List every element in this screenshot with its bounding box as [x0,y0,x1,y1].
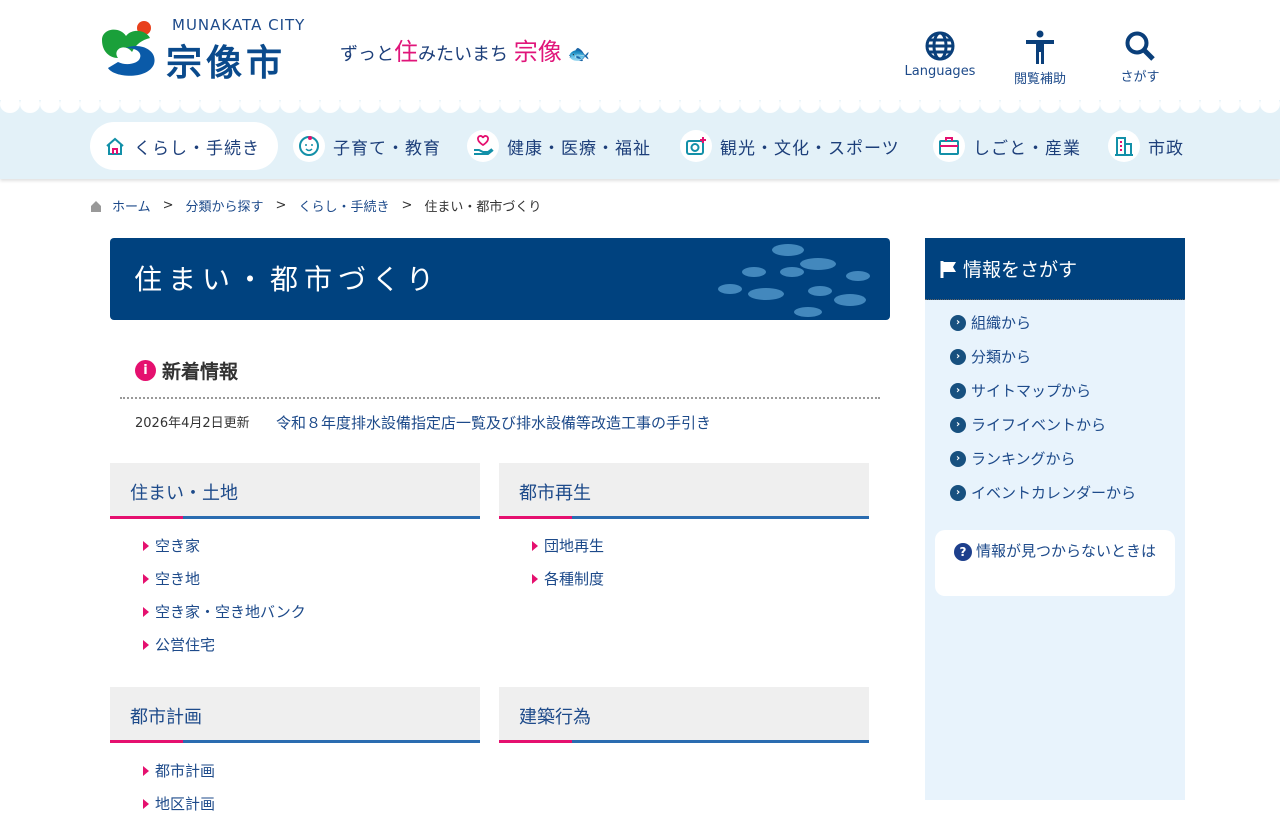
nav-label: 子育て・教育 [333,138,441,159]
chevron-right-icon: > [401,198,413,213]
page-title: 住まい・都市づくり [134,263,441,296]
breadcrumb-link[interactable]: くらし・手続き [298,196,389,215]
section-heading[interactable]: 都市計画 [110,687,480,743]
section-link[interactable]: 空き地 [143,568,200,589]
slogan-text: 住 [394,38,418,66]
sidebar-link[interactable]: › 分類から [950,346,1031,367]
accessibility-label: 閲覧補助 [1013,72,1066,87]
languages-label: Languages [904,64,976,79]
chevron-right-icon: › [950,314,966,331]
nav-label: 市政 [1148,138,1184,159]
sidebar-header: 情報をさがす [925,238,1185,300]
search-button[interactable]: さがす [1095,30,1185,85]
news-date: 2026年4月2日更新 [135,416,250,431]
question-icon: ? [953,543,972,561]
home-icon [91,200,101,212]
wave-divider [0,100,1280,116]
slogan-text: 宗像 [513,38,562,66]
news-heading: i 新着情報 [135,357,238,384]
building-icon [1108,130,1140,162]
section-link[interactable]: 空き家・空き地バンク [143,601,306,622]
sidebar-title: 情報をさがす [963,259,1078,281]
section-heading[interactable]: 住まい・土地 [110,463,480,519]
search-icon [1125,31,1155,61]
info-icon: i [135,360,156,381]
slogan-text: ずっと [340,44,394,65]
slogan-text: みたいまち [418,44,508,65]
briefcase-icon [933,130,965,162]
sidebar-link[interactable]: › 組織から [950,312,1031,333]
nav-shisei[interactable]: 市政 [1108,122,1184,170]
sidebar-link-label: イベントカレンダーから [971,484,1137,502]
logo-mark-icon [102,21,155,76]
chevron-right-icon: > [162,198,174,213]
accessibility-icon [1026,30,1054,64]
sidebar-link-label: ランキングから [971,450,1076,468]
page-title-banner: 住まい・都市づくり [110,238,890,320]
news-heading-text: 新着情報 [162,361,239,383]
city-logo[interactable] [98,18,158,84]
logo-en: MUNAKATA CITY [172,16,306,34]
breadcrumb-current: 住まい・都市づくり [424,200,542,215]
care-hand-icon [467,130,499,162]
fish-icon: 🐟 [567,44,590,65]
languages-button[interactable]: Languages [895,30,985,79]
sidebar-link[interactable]: › イベントカレンダーから [950,482,1136,503]
nav-shigoto[interactable]: しごと・産業 [933,122,1081,170]
chevron-right-icon: › [950,416,966,433]
divider [120,397,880,399]
sidebar: 情報をさがす › 組織から › 分類から › サイトマップから › ライフイベントから … [925,238,1185,800]
nav-label: 健康・医療・福祉 [507,138,651,159]
section-link[interactable]: 空き家 [143,535,200,556]
nav-kurashi[interactable]: くらし・手続き [90,122,278,170]
sidebar-link[interactable]: › サイトマップから [950,380,1091,401]
flag-icon [940,260,956,278]
search-label: さがす [1120,70,1160,85]
breadcrumb: ホーム > 分類から探す > くらし・手続き > 住まい・都市づくり [90,196,541,215]
sidebar-link-label: ライフイベントから [971,416,1107,434]
section-link[interactable]: 団地再生 [532,535,604,556]
nav-label: くらし・手続き [134,138,260,159]
chevron-right-icon: > [275,198,287,213]
news-link[interactable]: 令和８年度排水設備指定店一覧及び排水設備等改造工事の手引き [276,412,711,433]
nav-label: しごと・産業 [973,138,1081,159]
baby-icon [293,130,325,162]
section-link[interactable]: 公営住宅 [143,634,215,655]
breadcrumb-link[interactable]: 分類から探す [186,196,264,215]
nav-kanko[interactable]: 観光・文化・スポーツ [680,122,900,170]
sidebar-link-label: サイトマップから [971,382,1092,400]
nav-kosodate[interactable]: 子育て・教育 [293,122,441,170]
logo-jp: 宗像市 [166,43,287,84]
nav-label: 観光・文化・スポーツ [720,138,900,159]
chevron-right-icon: › [950,484,966,501]
section-heading[interactable]: 建築行為 [499,687,869,743]
home-icon [104,130,126,162]
sidebar-link[interactable]: › ライフイベントから [950,414,1106,435]
not-found-label: 情報が見つからないときは [975,542,1156,560]
chevron-right-icon: › [950,450,966,467]
sidebar-link-label: 組織から [971,314,1032,332]
chevron-right-icon: › [950,348,966,365]
nav-kenko[interactable]: 健康・医療・福祉 [467,122,651,170]
globe-icon [925,31,955,61]
section-link[interactable]: 都市計画 [143,760,215,781]
camera-icon [680,130,712,162]
sidebar-link-label: 分類から [971,348,1032,366]
section-link[interactable]: 各種制度 [532,568,604,589]
chevron-right-icon: › [950,382,966,399]
not-found-button[interactable]: ? 情報が見つからないときは [935,530,1175,596]
section-link[interactable]: 地区計画 [143,793,215,814]
sidebar-link[interactable]: › ランキングから [950,448,1076,469]
fish-school-icon [718,244,870,317]
section-heading[interactable]: 都市再生 [499,463,869,519]
accessibility-button[interactable]: 閲覧補助 [995,30,1085,87]
breadcrumb-home[interactable]: ホーム [112,196,151,215]
slogan: ずっと住みたいまち 宗像 🐟 [340,32,590,67]
